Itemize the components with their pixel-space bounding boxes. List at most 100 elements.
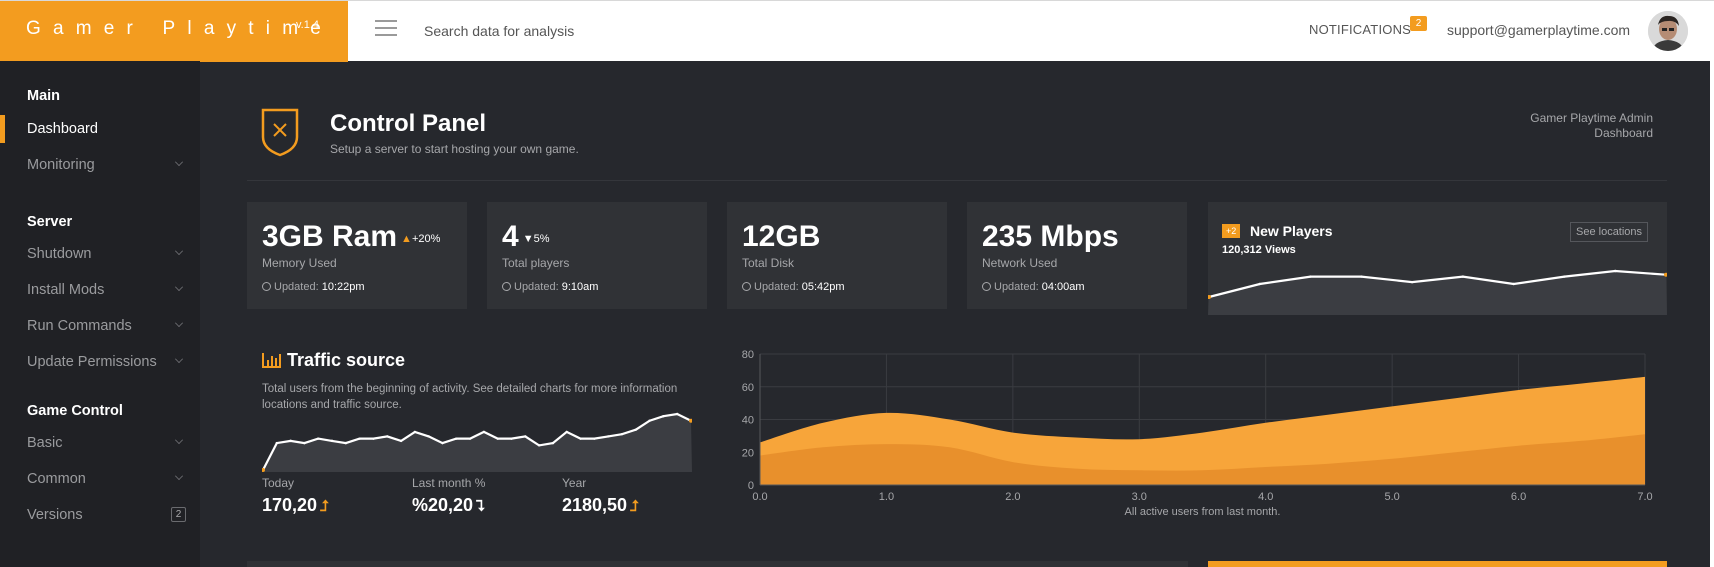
sidebar-item-shutdown[interactable]: Shutdown	[0, 238, 200, 270]
sidebar-item-label: Shutdown	[27, 246, 92, 262]
sidebar-item-run-commands[interactable]: Run Commands	[0, 310, 200, 342]
x-tick-label: 7.0	[1637, 491, 1652, 503]
triangle-up-icon: ▲	[401, 233, 412, 245]
stat-label: Memory Used	[262, 256, 337, 270]
new-players-card: +2 New Players 120,312 Views See locatio…	[1208, 202, 1667, 315]
sidebar-item-label: Common	[27, 471, 86, 487]
traffic-point	[524, 435, 527, 438]
y-tick-label: 40	[742, 415, 754, 427]
sidebar-item-dashboard[interactable]: Dashboard	[0, 113, 200, 145]
header-divider	[247, 180, 1667, 181]
new-players-point	[1563, 275, 1566, 278]
stat-card-memory: 3GB Ram ▲+20% Memory Used Updated: 10:22p…	[247, 202, 467, 309]
sidebar-item-label: Versions	[27, 507, 83, 523]
x-tick-label: 4.0	[1258, 491, 1273, 503]
arrow-up-icon: ⮥	[320, 498, 329, 515]
chevron-down-icon	[175, 247, 183, 255]
traffic-point	[537, 444, 541, 447]
search-input[interactable]	[424, 19, 844, 43]
stat-value: 4	[502, 220, 519, 253]
stat-card-network: 235 Mbps Network Used Updated: 04:00am	[967, 202, 1187, 309]
top-bar: Gamer Playtime v.1.4 NOTIFICATIONS 2 sup…	[0, 0, 1714, 62]
notifications-link[interactable]: NOTIFICATIONS	[1309, 22, 1411, 37]
new-players-point	[1614, 269, 1617, 273]
chevron-down-icon	[175, 319, 183, 327]
sidebar-item-common[interactable]: Common	[0, 463, 200, 495]
stat-label: Network Used	[982, 256, 1058, 270]
stat-updated: Updated: 9:10am	[502, 281, 598, 293]
traffic-point	[303, 441, 306, 445]
breadcrumb-root[interactable]: Gamer Playtime Admin	[1530, 111, 1653, 125]
traffic-point	[648, 419, 651, 422]
stat-value: 12GB	[742, 220, 821, 253]
sidebar-item-label: Dashboard	[27, 121, 98, 137]
kpi-value-year: 2180,50 ⮥	[562, 495, 639, 516]
traffic-point	[675, 412, 679, 416]
kpi-label-year: Year	[562, 476, 587, 490]
sparkline-fill	[262, 414, 692, 472]
traffic-point	[275, 441, 279, 445]
traffic-point	[455, 437, 458, 440]
arrow-up-icon: ⮥	[630, 498, 639, 515]
traffic-point	[372, 437, 375, 440]
stat-card-players: 4 ▼5% Total players Updated: 9:10am	[487, 202, 707, 309]
stat-updated: Updated: 10:22pm	[262, 281, 365, 293]
traffic-point	[634, 428, 637, 431]
y-tick-label: 20	[742, 447, 754, 459]
traffic-point	[620, 432, 624, 436]
new-players-title: New Players	[1250, 223, 1333, 239]
breadcrumb-current: Dashboard	[1594, 126, 1653, 140]
traffic-point	[427, 435, 430, 438]
stat-delta-value: +20%	[411, 233, 441, 245]
stat-label: Total Disk	[742, 256, 795, 270]
hamburger-icon[interactable]	[375, 20, 397, 38]
traffic-point	[551, 441, 555, 445]
stat-card-disk: 12GB Total Disk Updated: 05:42pm	[727, 202, 947, 309]
updated-prefix: Updated:	[754, 281, 799, 293]
updated-time: 10:22pm	[321, 281, 365, 293]
x-tick-label: 2.0	[1005, 491, 1020, 503]
chevron-down-icon	[175, 355, 183, 363]
count-badge: 2	[171, 507, 186, 522]
brand-block[interactable]: Gamer Playtime v.1.4	[0, 1, 348, 62]
traffic-point	[496, 437, 499, 440]
kpi-value: %20,20	[412, 495, 474, 515]
new-players-badge: +2	[1222, 224, 1241, 238]
traffic-point	[482, 430, 486, 434]
stat-value-wrap: 3GB Ram ▲+20%	[262, 220, 440, 254]
brand-name: Gamer Playtime	[26, 18, 334, 39]
avatar[interactable]	[1648, 11, 1688, 51]
sidebar-section-main: Main	[27, 88, 61, 104]
x-tick-label: 6.0	[1511, 491, 1526, 503]
user-email[interactable]: support@gamerplaytime.com	[1447, 22, 1630, 38]
x-tick-label: 3.0	[1132, 491, 1147, 503]
y-tick-label: 80	[742, 349, 754, 361]
see-locations-button[interactable]: See locations	[1570, 222, 1649, 242]
updated-prefix: Updated:	[994, 281, 1039, 293]
new-players-point	[1360, 275, 1363, 278]
traffic-sparkline	[262, 412, 692, 472]
traffic-point	[579, 437, 582, 440]
sidebar-item-label: Basic	[27, 435, 63, 451]
chevron-down-icon	[175, 472, 183, 480]
chevron-down-icon	[175, 158, 183, 166]
chevron-down-icon	[175, 436, 183, 444]
stat-updated: Updated: 05:42pm	[742, 281, 845, 293]
sidebar-item-label: Install Mods	[27, 282, 105, 298]
sidebar-item-update-permissions[interactable]: Update Permissions	[0, 346, 200, 378]
traffic-point	[289, 439, 292, 443]
traffic-point	[399, 439, 403, 443]
sidebar-item-basic[interactable]: Basic	[0, 427, 200, 459]
traffic-description: Total users from the beginning of activi…	[262, 383, 678, 411]
updated-time: 05:42pm	[801, 281, 845, 293]
traffic-point	[468, 437, 472, 440]
sidebar-section-game-control: Game Control	[27, 403, 123, 419]
sidebar-item-monitoring[interactable]: Monitoring	[0, 149, 200, 181]
traffic-point	[662, 415, 665, 418]
sidebar-item-versions[interactable]: Versions 2	[0, 499, 200, 531]
clock-icon	[742, 282, 751, 291]
traffic-point	[330, 439, 334, 443]
stat-updated: Updated: 04:00am	[982, 281, 1085, 293]
sidebar-item-install-mods[interactable]: Install Mods	[0, 274, 200, 306]
active-users-area-chart: 0204060800.0 1.0 2.0 3.0 4.0 5.0 6.0 7.0All act…	[742, 349, 1653, 518]
